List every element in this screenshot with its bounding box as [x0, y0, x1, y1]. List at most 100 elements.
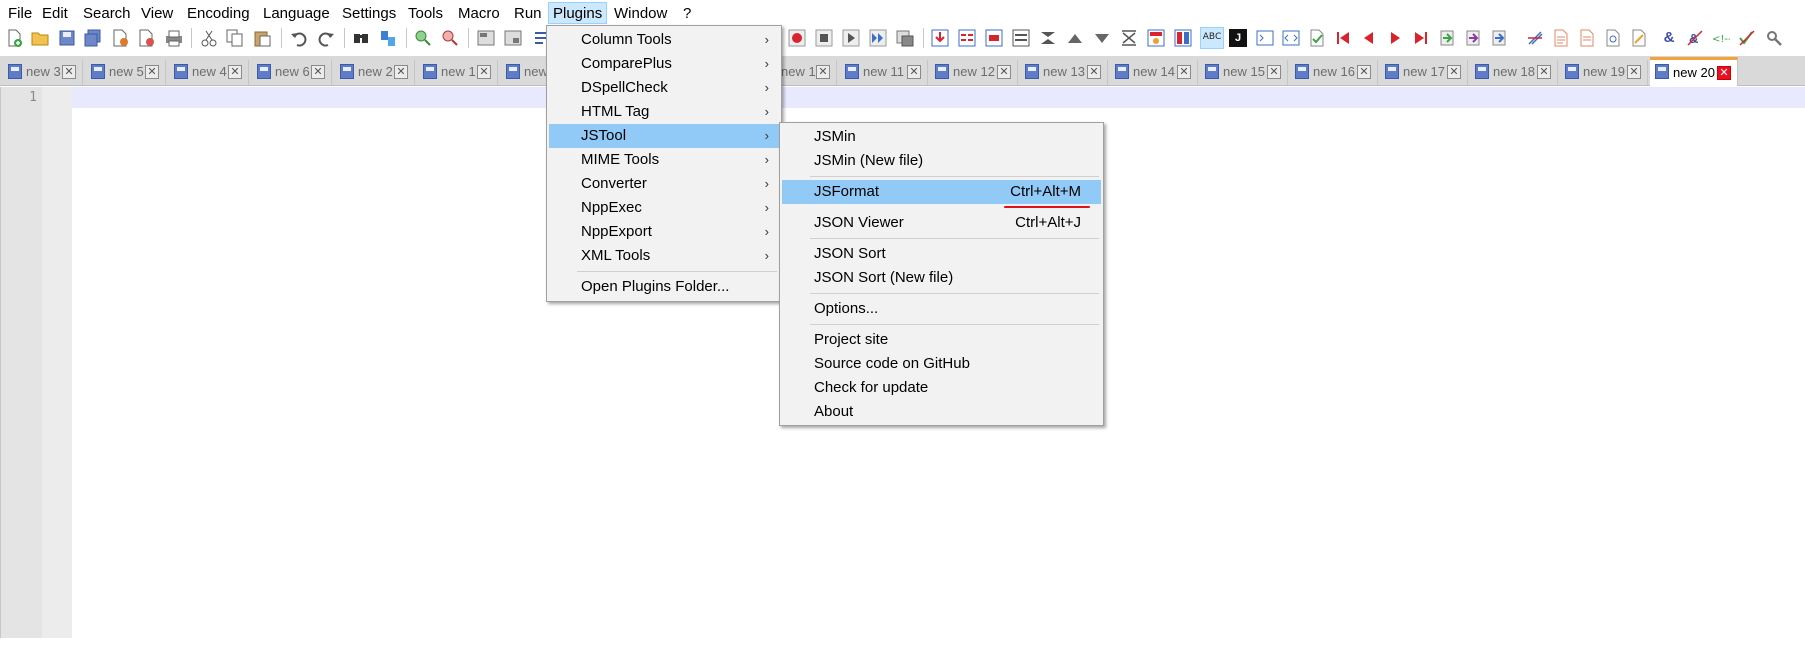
- tab-new-12[interactable]: new 12 ✕: [930, 60, 1018, 85]
- jstool-item-jsmin-new-file[interactable]: JSMin (New file): [782, 149, 1101, 173]
- diff-icon[interactable]: [1039, 29, 1057, 47]
- close-icon[interactable]: [111, 29, 129, 47]
- plugins-item-nppexport[interactable]: NppExport ›: [549, 220, 779, 244]
- menu-view[interactable]: View: [137, 3, 177, 25]
- diff-icon[interactable]: [1147, 29, 1165, 47]
- close-icon[interactable]: ✕: [907, 65, 921, 79]
- menu-edit[interactable]: Edit: [38, 3, 72, 25]
- tab-new-2[interactable]: new 2 ✕: [335, 60, 415, 85]
- export-icon[interactable]: [1464, 29, 1482, 47]
- diff-icon[interactable]: [1174, 29, 1192, 47]
- tab-new-4[interactable]: new 4 ✕: [169, 60, 249, 85]
- close-icon[interactable]: ✕: [1087, 65, 1101, 79]
- nav-next-icon[interactable]: [1093, 29, 1111, 47]
- close-icon[interactable]: ✕: [1537, 65, 1551, 79]
- jstool-item-jsformat[interactable]: JSFormat Ctrl+Alt+M: [782, 180, 1101, 204]
- plugins-item-xml-tools[interactable]: XML Tools ›: [549, 244, 779, 268]
- tab-new-1[interactable]: new 1 ✕: [418, 60, 498, 85]
- print-icon[interactable]: [165, 29, 183, 47]
- close-icon[interactable]: ✕: [394, 65, 408, 79]
- jstool-item-json-viewer[interactable]: JSON Viewer Ctrl+Alt+J: [782, 211, 1101, 235]
- jstool-item-check-update[interactable]: Check for update: [782, 376, 1101, 400]
- jstool-item-jsmin[interactable]: JSMin: [782, 125, 1101, 149]
- jstool-item-json-sort[interactable]: JSON Sort: [782, 242, 1101, 266]
- close-icon[interactable]: ✕: [311, 65, 325, 79]
- new-file-icon[interactable]: [5, 29, 23, 47]
- nav-prev-icon[interactable]: [1066, 29, 1084, 47]
- menu-run[interactable]: Run: [510, 3, 546, 25]
- tab-new-15[interactable]: new 15 ✕: [1200, 60, 1288, 85]
- run-macro-multiple-icon[interactable]: [869, 29, 887, 47]
- tab-new-6[interactable]: new 6 ✕: [252, 60, 332, 85]
- jstool-icon[interactable]: J: [1229, 29, 1247, 47]
- search-doc-icon[interactable]: [1604, 29, 1622, 47]
- plugins-item-nppexec[interactable]: NppExec ›: [549, 196, 779, 220]
- menu-file[interactable]: File: [4, 3, 36, 25]
- jstool-item-project-site[interactable]: Project site: [782, 328, 1101, 352]
- replace-icon[interactable]: [379, 29, 397, 47]
- sync-horizontal-icon[interactable]: [504, 29, 522, 47]
- menu-help[interactable]: ?: [679, 3, 695, 25]
- sync-vertical-icon[interactable]: [477, 29, 495, 47]
- menu-macro[interactable]: Macro: [454, 3, 504, 25]
- close-icon[interactable]: ✕: [1447, 65, 1461, 79]
- undo-icon[interactable]: [290, 29, 308, 47]
- diff-icon[interactable]: [1120, 29, 1138, 47]
- settings-icon[interactable]: [1765, 29, 1783, 47]
- jstool-item-about[interactable]: About: [782, 400, 1101, 424]
- open-file-icon[interactable]: [31, 29, 49, 47]
- close-icon[interactable]: ✕: [145, 65, 159, 79]
- tab-new-11[interactable]: new 11 ✕: [840, 60, 928, 85]
- menu-settings[interactable]: Settings: [338, 3, 400, 25]
- save-icon[interactable]: [58, 29, 76, 47]
- tab-new-20[interactable]: new 20 ✕: [1650, 57, 1738, 86]
- jstool-item-json-sort-new-file[interactable]: JSON Sort (New file): [782, 266, 1101, 290]
- diff-icon[interactable]: [1012, 29, 1030, 47]
- close-icon[interactable]: ✕: [1267, 65, 1281, 79]
- document-icon[interactable]: [1578, 29, 1596, 47]
- fold-margin[interactable]: [42, 87, 72, 638]
- menu-language[interactable]: Language: [259, 3, 334, 25]
- close-all-icon[interactable]: [137, 29, 155, 47]
- clear-entity-icon[interactable]: &: [1686, 29, 1704, 47]
- tab-new-17[interactable]: new 17 ✕: [1380, 60, 1468, 85]
- record-macro-icon[interactable]: [788, 29, 806, 47]
- diff-icon[interactable]: [958, 29, 976, 47]
- document-icon[interactable]: [1552, 29, 1570, 47]
- save-all-icon[interactable]: [84, 29, 102, 47]
- plugins-item-compareplus[interactable]: ComparePlus ›: [549, 52, 779, 76]
- close-icon[interactable]: ✕: [1627, 65, 1641, 79]
- code-icon[interactable]: [1282, 29, 1300, 47]
- redo-icon[interactable]: [317, 29, 335, 47]
- menu-encoding[interactable]: Encoding: [183, 3, 254, 25]
- menu-plugins[interactable]: Plugins: [548, 2, 608, 24]
- comment-icon[interactable]: <!--: [1712, 29, 1730, 47]
- tab-new-19[interactable]: new 19 ✕: [1560, 60, 1648, 85]
- menu-window[interactable]: Window: [610, 3, 671, 25]
- stop-macro-icon[interactable]: [815, 29, 833, 47]
- console-icon[interactable]: [1256, 29, 1274, 47]
- tab-new-13[interactable]: new 13 ✕: [1020, 60, 1108, 85]
- import-icon[interactable]: [1438, 29, 1456, 47]
- tab-new-18[interactable]: new 18 ✕: [1470, 60, 1558, 85]
- close-icon[interactable]: ✕: [1357, 65, 1371, 79]
- ampersand-icon[interactable]: &: [1660, 29, 1678, 47]
- find-icon[interactable]: [352, 29, 370, 47]
- close-icon[interactable]: ✕: [1177, 65, 1191, 79]
- no-comment-icon[interactable]: [1738, 29, 1756, 47]
- tab-new-5[interactable]: new 5 ✕: [86, 60, 166, 85]
- cut-icon[interactable]: [200, 29, 218, 47]
- play-macro-icon[interactable]: [842, 29, 860, 47]
- plugins-item-dspellcheck[interactable]: DSpellCheck ›: [549, 76, 779, 100]
- copy-icon[interactable]: [226, 29, 244, 47]
- close-icon[interactable]: ✕: [228, 65, 242, 79]
- close-icon[interactable]: ✕: [997, 65, 1011, 79]
- tab-new-14[interactable]: new 14 ✕: [1110, 60, 1198, 85]
- jstool-item-options[interactable]: Options...: [782, 297, 1101, 321]
- save-macro-icon[interactable]: [896, 29, 914, 47]
- close-icon[interactable]: ✕: [62, 65, 76, 79]
- plugins-item-column-tools[interactable]: Column Tools ›: [549, 28, 779, 52]
- nav-last-icon[interactable]: [1412, 29, 1430, 47]
- spell-check-icon[interactable]: ABC: [1200, 27, 1224, 49]
- plugins-item-open-plugins-folder[interactable]: Open Plugins Folder...: [549, 275, 779, 299]
